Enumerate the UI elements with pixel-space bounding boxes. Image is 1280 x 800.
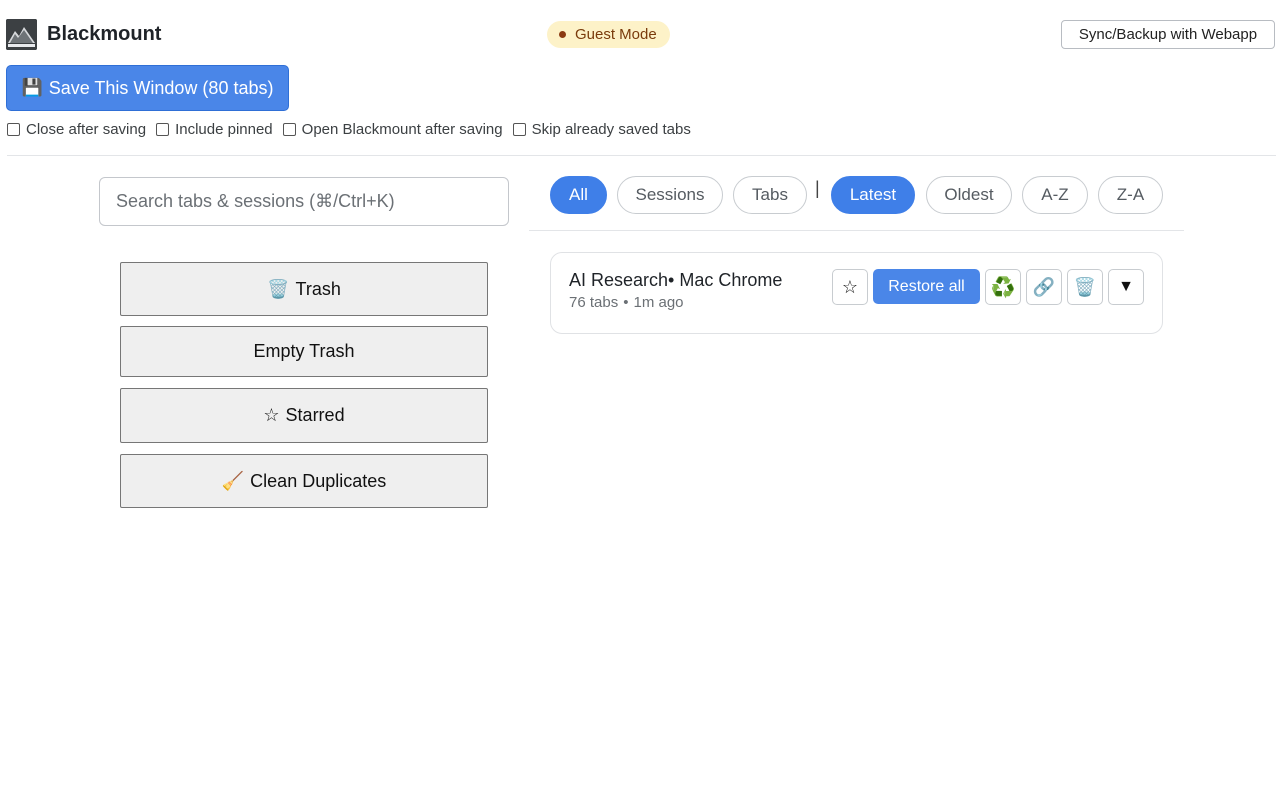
session-card[interactable]: AI Research• Mac Chrome 76 tabs • 1m ago ☆… bbox=[550, 252, 1163, 334]
recycle-icon: ♻️ bbox=[990, 276, 1016, 299]
recycle-session-button[interactable]: ♻️ bbox=[985, 269, 1021, 305]
star-icon: ☆ bbox=[263, 405, 280, 425]
option-open-after-saving[interactable]: Open Blackmount after saving bbox=[282, 121, 503, 138]
trash-icon: 🗑️ bbox=[1073, 276, 1097, 297]
copy-link-button[interactable]: 🔗 bbox=[1026, 269, 1062, 305]
app-logo bbox=[6, 19, 37, 50]
empty-trash-button[interactable]: Empty Trash bbox=[120, 326, 488, 377]
session-tab-count: 76 tabs bbox=[569, 294, 619, 311]
mountain-logo-icon bbox=[6, 19, 37, 50]
save-options: Close after saving Include pinned Open B… bbox=[7, 121, 701, 138]
option-label: Skip already saved tabs bbox=[531, 121, 691, 138]
sort-z-a[interactable]: Z-A bbox=[1098, 176, 1163, 214]
star-icon: ☆ bbox=[841, 276, 859, 297]
trash-label: Trash bbox=[295, 278, 341, 299]
save-window-button[interactable]: 💾 Save This Window (80 tabs) bbox=[6, 65, 289, 111]
skip-saved-checkbox[interactable] bbox=[512, 123, 526, 136]
include-pinned-checkbox[interactable] bbox=[156, 123, 170, 136]
link-icon: 🔗 bbox=[1032, 276, 1056, 297]
close-after-saving-checkbox[interactable] bbox=[7, 123, 20, 136]
option-skip-saved[interactable]: Skip already saved tabs bbox=[512, 121, 691, 138]
app-title: Blackmount bbox=[47, 23, 162, 45]
sort-a-z[interactable]: A-Z bbox=[1022, 176, 1088, 214]
starred-label: Starred bbox=[285, 405, 345, 425]
chevron-down-icon: ▼ bbox=[1118, 278, 1134, 295]
meta-separator: • bbox=[623, 294, 629, 311]
trash-icon: 🗑️ bbox=[267, 278, 290, 299]
filter-all[interactable]: All bbox=[550, 176, 607, 214]
session-age: 1m ago bbox=[633, 294, 684, 311]
option-close-after-saving[interactable]: Close after saving bbox=[7, 121, 146, 138]
trash-button[interactable]: 🗑️ Trash bbox=[120, 262, 488, 316]
clean-duplicates-button[interactable]: 🧹 Clean Duplicates bbox=[120, 454, 488, 508]
clean-duplicates-label: Clean Duplicates bbox=[250, 470, 387, 491]
status-dot-icon bbox=[559, 31, 566, 38]
sync-backup-button[interactable]: Sync/Backup with Webapp bbox=[1061, 20, 1275, 49]
search-input[interactable] bbox=[99, 177, 509, 226]
sort-latest[interactable]: Latest bbox=[831, 176, 915, 214]
starred-button[interactable]: ☆ Starred bbox=[120, 388, 488, 443]
empty-trash-label: Empty Trash bbox=[253, 341, 355, 361]
restore-all-button[interactable]: Restore all bbox=[873, 269, 980, 304]
save-window-label: Save This Window (80 tabs) bbox=[48, 77, 274, 98]
sort-oldest[interactable]: Oldest bbox=[926, 176, 1012, 214]
floppy-disk-icon: 💾 bbox=[21, 78, 43, 97]
guest-mode-badge: Guest Mode bbox=[547, 21, 670, 48]
expand-session-button[interactable]: ▼ bbox=[1108, 269, 1144, 305]
option-label: Open Blackmount after saving bbox=[301, 121, 503, 138]
filter-separator: | bbox=[815, 178, 820, 198]
filter-sessions[interactable]: Sessions bbox=[617, 176, 723, 214]
delete-session-button[interactable]: 🗑️ bbox=[1067, 269, 1103, 305]
header-divider bbox=[7, 155, 1276, 156]
broom-icon: 🧹 bbox=[221, 470, 245, 491]
option-label: Include pinned bbox=[175, 121, 273, 138]
option-label: Close after saving bbox=[26, 121, 147, 138]
option-include-pinned[interactable]: Include pinned bbox=[156, 121, 273, 138]
filter-tabs[interactable]: Tabs bbox=[733, 176, 807, 214]
session-meta: 76 tabs • 1m ago bbox=[569, 294, 684, 311]
session-title: AI Research• Mac Chrome bbox=[569, 270, 783, 290]
open-after-saving-checkbox[interactable] bbox=[282, 123, 296, 136]
filter-divider bbox=[529, 230, 1184, 231]
star-session-button[interactable]: ☆ bbox=[832, 269, 868, 305]
guest-mode-label: Guest Mode bbox=[575, 26, 657, 43]
